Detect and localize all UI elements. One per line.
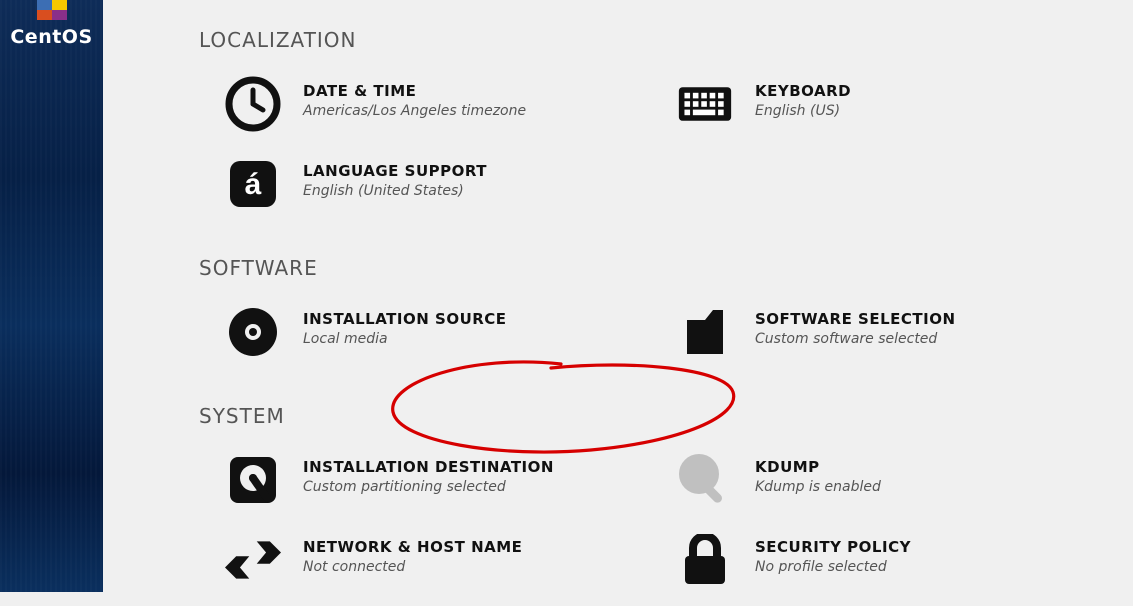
centos-mark-icon <box>37 0 67 20</box>
spoke-security-policy[interactable]: SECURITY POLICY No profile selected <box>651 526 1103 606</box>
spoke-status: English (US) <box>755 103 851 119</box>
spoke-installation-source[interactable]: INSTALLATION SOURCE Local media <box>199 298 651 378</box>
spoke-status: English (United States) <box>303 183 487 199</box>
spoke-status: No profile selected <box>755 559 911 575</box>
spoke-title: SECURITY POLICY <box>755 538 911 556</box>
keyboard-icon <box>677 76 733 132</box>
language-icon: á <box>225 156 281 212</box>
kdump-icon <box>677 452 733 508</box>
brand-logo: CentOS <box>0 0 103 48</box>
harddrive-icon <box>225 452 281 508</box>
spoke-status: Not connected <box>303 559 522 575</box>
section-heading-software: SOFTWARE <box>199 256 1103 280</box>
spoke-keyboard[interactable]: KEYBOARD English (US) <box>651 70 1103 150</box>
spoke-title: INSTALLATION SOURCE <box>303 310 507 328</box>
installation-summary: LOCALIZATION DATE & TIME Americas/Los An… <box>103 0 1133 592</box>
spoke-title: SOFTWARE SELECTION <box>755 310 956 328</box>
spoke-status: Custom software selected <box>755 331 956 347</box>
package-icon <box>677 304 733 360</box>
spoke-title: KDUMP <box>755 458 881 476</box>
sidebar: CentOS <box>0 0 103 592</box>
spoke-software-selection[interactable]: SOFTWARE SELECTION Custom software selec… <box>651 298 1103 378</box>
spoke-language-support[interactable]: á LANGUAGE SUPPORT English (United State… <box>199 150 651 230</box>
network-icon <box>225 532 281 588</box>
spoke-date-time[interactable]: DATE & TIME Americas/Los Angeles timezon… <box>199 70 651 150</box>
section-heading-system: SYSTEM <box>199 404 1103 428</box>
spoke-status: Custom partitioning selected <box>303 479 554 495</box>
spoke-title: INSTALLATION DESTINATION <box>303 458 554 476</box>
spoke-title: LANGUAGE SUPPORT <box>303 162 487 180</box>
section-heading-localization: LOCALIZATION <box>199 28 1103 52</box>
spoke-kdump[interactable]: KDUMP Kdump is enabled <box>651 446 1103 526</box>
spoke-network[interactable]: NETWORK & HOST NAME Not connected <box>199 526 651 606</box>
spoke-title: NETWORK & HOST NAME <box>303 538 522 556</box>
spoke-title: KEYBOARD <box>755 82 851 100</box>
spoke-installation-destination[interactable]: INSTALLATION DESTINATION Custom partitio… <box>199 446 651 526</box>
svg-text:á: á <box>245 168 262 201</box>
lock-icon <box>677 532 733 588</box>
spoke-title: DATE & TIME <box>303 82 526 100</box>
spoke-status: Kdump is enabled <box>755 479 881 495</box>
spoke-status: Americas/Los Angeles timezone <box>303 103 526 119</box>
brand-name: CentOS <box>10 26 92 48</box>
spoke-status: Local media <box>303 331 507 347</box>
disc-icon <box>225 304 281 360</box>
clock-icon <box>225 76 281 132</box>
